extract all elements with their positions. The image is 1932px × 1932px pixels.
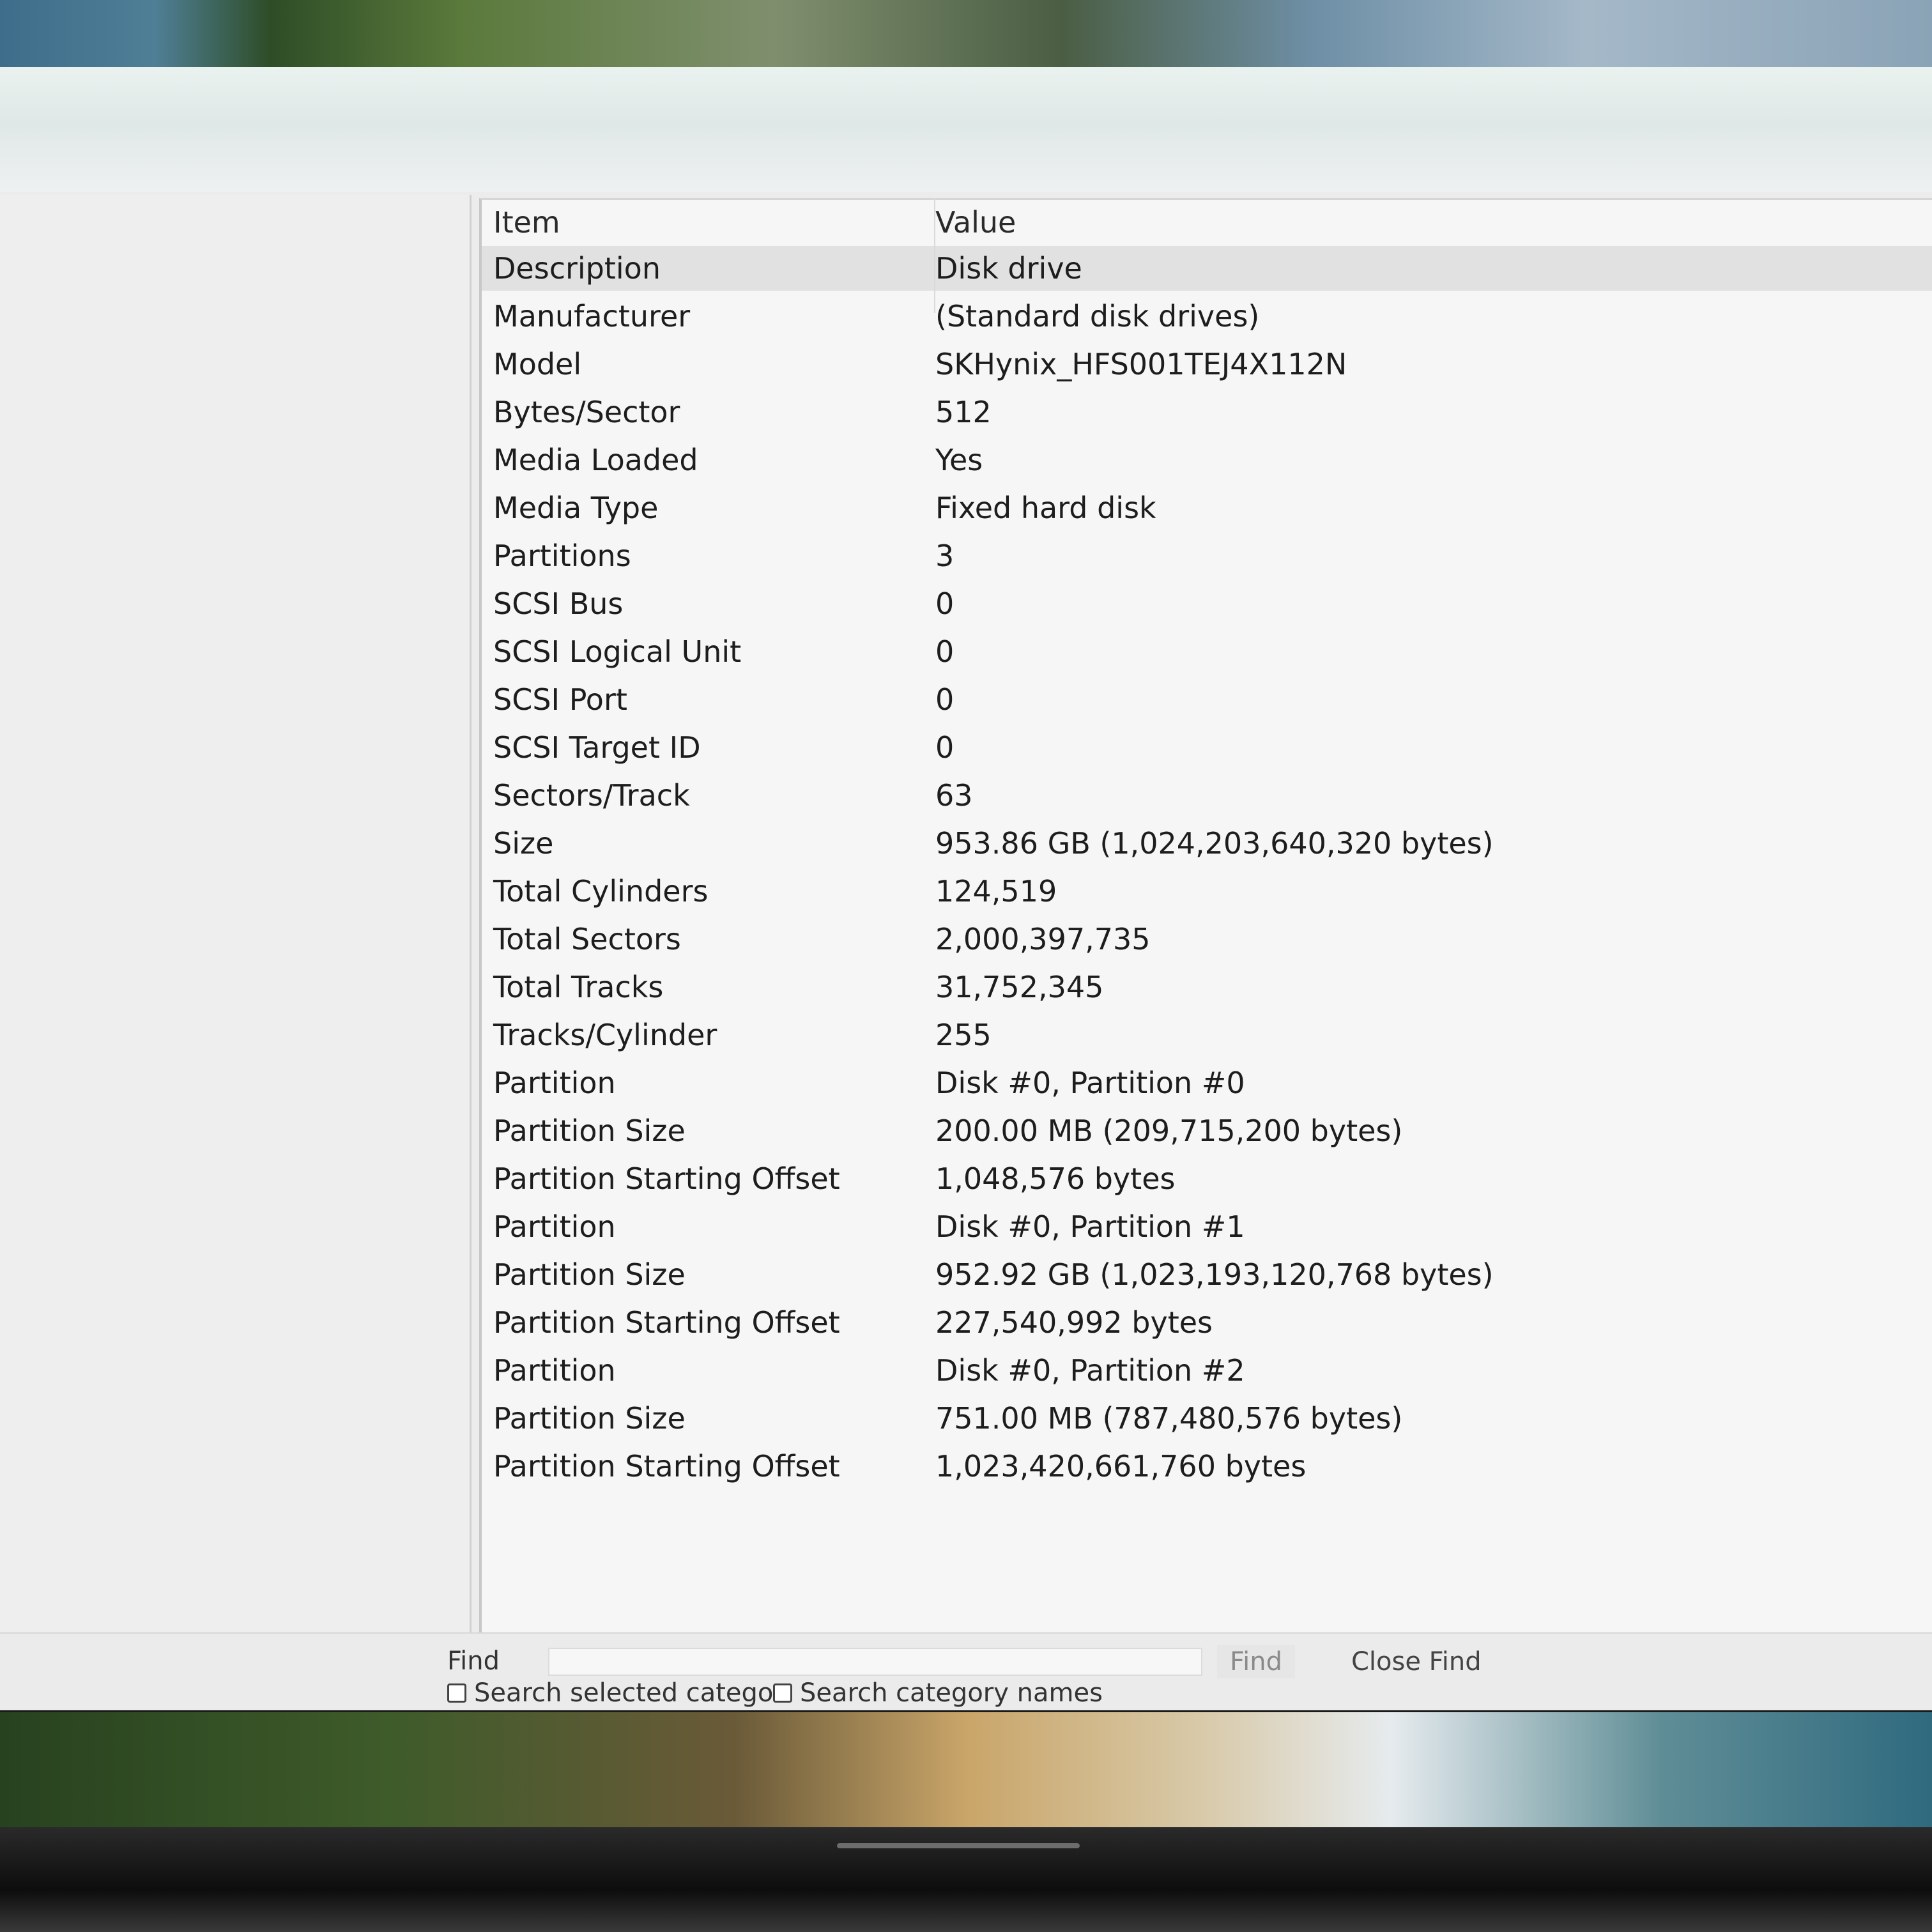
- search-category-names-label: Search category names: [800, 1678, 1103, 1708]
- details-list-pane[interactable]: Item Value Description Disk drive Manufact…: [479, 198, 1932, 1634]
- row-value-cell: Disk #0, Partition #2: [935, 1353, 1245, 1388]
- find-input[interactable]: [548, 1648, 1202, 1676]
- row-item-cell: Total Cylinders: [493, 874, 709, 908]
- desktop-wallpaper-bottom: [0, 1712, 1932, 1827]
- row-item-cell: Partition Starting Offset: [493, 1305, 840, 1340]
- row-value-cell: 0: [935, 730, 954, 765]
- table-row[interactable]: Partition Size 200.00 MB (209,715,200 byt…: [482, 1108, 1932, 1153]
- row-value-cell: Disk #0, Partition #1: [935, 1209, 1245, 1244]
- row-item-cell: Manufacturer: [493, 299, 691, 334]
- row-item-cell: Total Sectors: [493, 922, 681, 956]
- table-row[interactable]: Partition Starting Offset 1,048,576 bytes: [482, 1156, 1932, 1201]
- row-item-cell: Partition Size: [493, 1114, 686, 1148]
- row-item-cell: Model: [493, 347, 582, 381]
- row-item-cell: Partition: [493, 1209, 616, 1244]
- taskbar-handle: [837, 1843, 1080, 1848]
- row-value-cell: SKHynix_HFS001TEJ4X112N: [935, 347, 1347, 381]
- row-value-cell: 952.92 GB (1,023,193,120,768 bytes): [935, 1257, 1494, 1292]
- row-item-cell: SCSI Port: [493, 682, 627, 717]
- checkbox-unchecked-icon[interactable]: [447, 1683, 466, 1703]
- row-item-cell: Tracks/Cylinder: [493, 1018, 717, 1052]
- find-bar: Find Find Close Find Search selected cat…: [0, 1632, 1932, 1710]
- search-category-names-checkbox[interactable]: Search category names: [773, 1678, 1103, 1708]
- search-selected-category-label: Search selected categor: [474, 1678, 784, 1708]
- row-value-cell: 63: [935, 778, 973, 813]
- table-row[interactable]: Partition Size 952.92 GB (1,023,193,120,7…: [482, 1252, 1932, 1297]
- table-row[interactable]: Total Cylinders 124,519: [482, 869, 1932, 914]
- window-title-strip: [0, 67, 1932, 192]
- list-header: Item Value: [482, 200, 1932, 245]
- row-item-cell: SCSI Logical Unit: [493, 634, 742, 669]
- table-row[interactable]: Model SKHynix_HFS001TEJ4X112N: [482, 342, 1932, 387]
- row-value-cell: Disk #0, Partition #0: [935, 1066, 1245, 1100]
- close-find-button[interactable]: Close Find: [1338, 1645, 1494, 1678]
- table-row[interactable]: Size 953.86 GB (1,024,203,640,320 bytes): [482, 821, 1932, 866]
- category-tree-pane[interactable]: [0, 195, 471, 1632]
- row-item-cell: Partition Size: [493, 1257, 686, 1292]
- table-row[interactable]: SCSI Bus 0: [482, 581, 1932, 626]
- table-row[interactable]: Sectors/Track 63: [482, 773, 1932, 818]
- row-item-cell: SCSI Target ID: [493, 730, 701, 765]
- row-value-cell: 200.00 MB (209,715,200 bytes): [935, 1114, 1403, 1148]
- row-value-cell: 953.86 GB (1,024,203,640,320 bytes): [935, 826, 1494, 861]
- row-item-cell: Media Loaded: [493, 443, 698, 477]
- table-row[interactable]: Partition Disk #0, Partition #1: [482, 1204, 1932, 1249]
- row-value-cell: 2,000,397,735: [935, 922, 1151, 956]
- row-value-cell: Disk drive: [935, 251, 1082, 286]
- table-row[interactable]: Bytes/Sector 512: [482, 390, 1932, 434]
- row-item-cell: Partition Size: [493, 1401, 686, 1436]
- column-header-item[interactable]: Item: [493, 200, 560, 245]
- row-item-cell: Media Type: [493, 491, 659, 525]
- row-item-cell: Total Tracks: [493, 970, 664, 1004]
- table-row[interactable]: Description Disk drive: [482, 246, 1932, 291]
- row-item-cell: Partitions: [493, 539, 631, 573]
- search-selected-category-checkbox[interactable]: Search selected categor: [447, 1678, 784, 1708]
- table-row[interactable]: SCSI Target ID 0: [482, 725, 1932, 770]
- table-row[interactable]: Media Type Fixed hard disk: [482, 486, 1932, 530]
- row-value-cell: 751.00 MB (787,480,576 bytes): [935, 1401, 1403, 1436]
- column-divider[interactable]: [934, 198, 935, 313]
- row-value-cell: 0: [935, 634, 954, 669]
- table-row[interactable]: Partition Starting Offset 1,023,420,661,7…: [482, 1444, 1932, 1489]
- checkbox-unchecked-icon[interactable]: [773, 1683, 792, 1703]
- row-value-cell: 124,519: [935, 874, 1057, 908]
- table-row[interactable]: Partition Disk #0, Partition #2: [482, 1348, 1932, 1393]
- table-row[interactable]: SCSI Logical Unit 0: [482, 629, 1932, 674]
- row-item-cell: Description: [493, 251, 661, 286]
- table-row[interactable]: Partition Disk #0, Partition #0: [482, 1061, 1932, 1105]
- row-item-cell: Partition Starting Offset: [493, 1162, 840, 1196]
- row-value-cell: 227,540,992 bytes: [935, 1305, 1213, 1340]
- system-information-window: Item Value Description Disk drive Manufact…: [0, 67, 1932, 1710]
- row-value-cell: 31,752,345: [935, 970, 1104, 1004]
- row-value-cell: 255: [935, 1018, 992, 1052]
- table-row[interactable]: Total Sectors 2,000,397,735: [482, 917, 1932, 962]
- table-row[interactable]: Partitions 3: [482, 533, 1932, 578]
- row-item-cell: SCSI Bus: [493, 586, 624, 621]
- table-row[interactable]: SCSI Port 0: [482, 677, 1932, 722]
- row-value-cell: 512: [935, 395, 992, 429]
- row-item-cell: Partition: [493, 1353, 616, 1388]
- row-value-cell: 0: [935, 586, 954, 621]
- row-item-cell: Bytes/Sector: [493, 395, 680, 429]
- row-value-cell: Fixed hard disk: [935, 491, 1156, 525]
- row-item-cell: Sectors/Track: [493, 778, 690, 813]
- row-item-cell: Partition: [493, 1066, 616, 1100]
- column-header-value[interactable]: Value: [935, 200, 1016, 245]
- row-value-cell: 3: [935, 539, 954, 573]
- row-value-cell: 0: [935, 682, 954, 717]
- row-value-cell: 1,048,576 bytes: [935, 1162, 1176, 1196]
- table-row[interactable]: Partition Size 751.00 MB (787,480,576 byt…: [482, 1396, 1932, 1441]
- table-row[interactable]: Manufacturer (Standard disk drives): [482, 294, 1932, 339]
- row-item-cell: Partition Starting Offset: [493, 1449, 840, 1483]
- row-value-cell: 1,023,420,661,760 bytes: [935, 1449, 1307, 1483]
- table-row[interactable]: Total Tracks 31,752,345: [482, 965, 1932, 1009]
- find-label: Find: [447, 1646, 500, 1676]
- table-row[interactable]: Tracks/Cylinder 255: [482, 1013, 1932, 1057]
- find-button[interactable]: Find: [1217, 1645, 1295, 1678]
- row-value-cell: (Standard disk drives): [935, 299, 1260, 334]
- row-item-cell: Size: [493, 826, 554, 861]
- table-row[interactable]: Partition Starting Offset 227,540,992 byt…: [482, 1300, 1932, 1345]
- table-row[interactable]: Media Loaded Yes: [482, 438, 1932, 482]
- row-value-cell: Yes: [935, 443, 983, 477]
